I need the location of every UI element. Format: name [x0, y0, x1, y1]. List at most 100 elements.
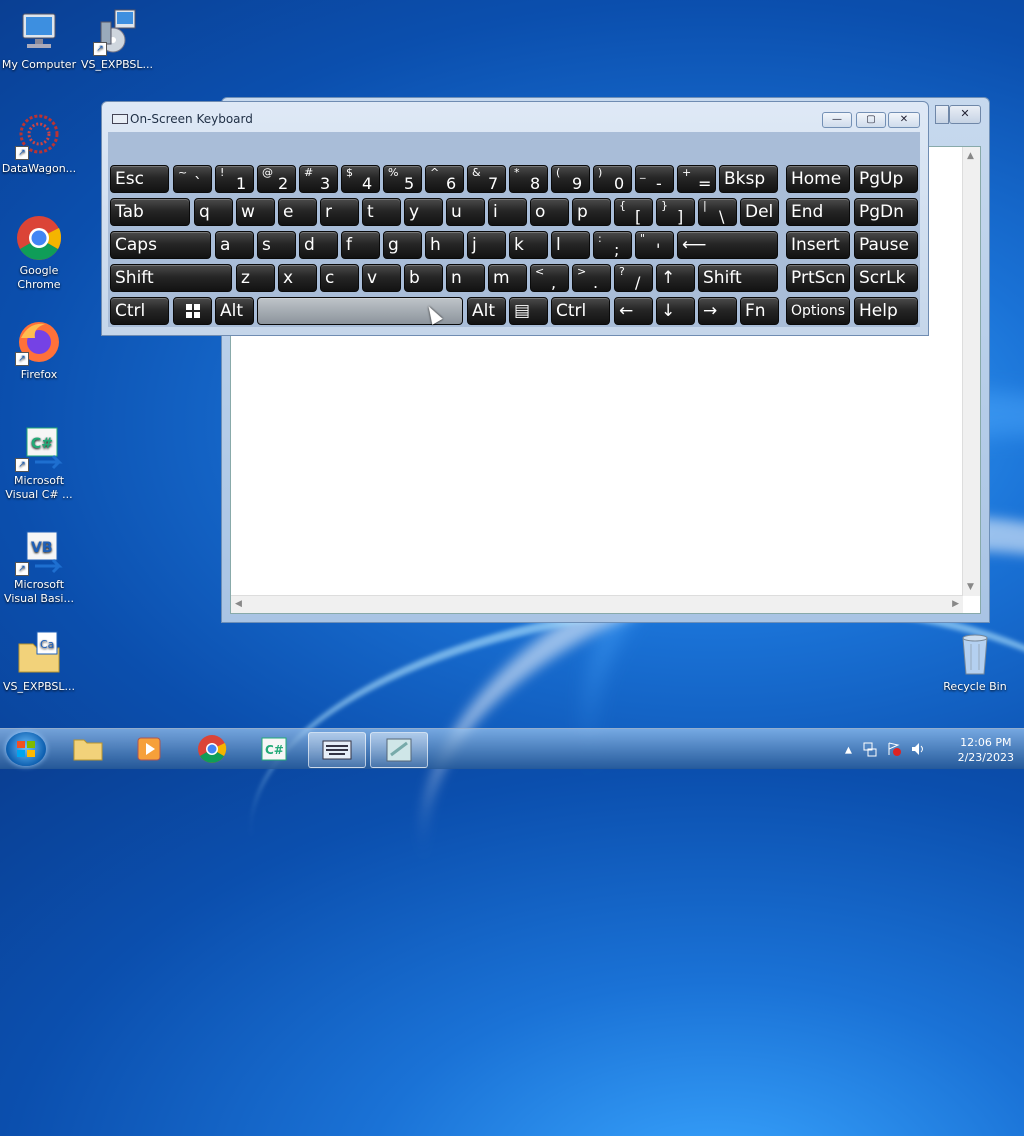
key-o[interactable]: o: [530, 198, 569, 226]
key-8[interactable]: * 8: [509, 165, 548, 193]
key-equals[interactable]: + =: [677, 165, 716, 193]
taskbar-explorer[interactable]: [60, 732, 116, 766]
key-w[interactable]: w: [236, 198, 275, 226]
key-caps-lock[interactable]: Caps: [110, 231, 211, 259]
desktop-icon-vs-expbsl-setup[interactable]: ↗ VS_EXPBSL...: [78, 8, 156, 72]
key-g[interactable]: g: [383, 231, 422, 259]
key-esc[interactable]: Esc: [110, 165, 169, 193]
key-left-bracket[interactable]: {[: [614, 198, 653, 226]
key-right-ctrl[interactable]: Ctrl: [551, 297, 610, 325]
key-a[interactable]: a: [215, 231, 254, 259]
maximize-button[interactable]: [935, 105, 949, 124]
key-0[interactable]: ) 0: [593, 165, 632, 193]
scroll-up-icon[interactable]: ▲: [967, 151, 974, 161]
action-center-icon[interactable]: [886, 741, 902, 757]
key-left-shift[interactable]: Shift: [110, 264, 232, 292]
key-5[interactable]: % 5: [383, 165, 422, 193]
key-end[interactable]: End: [786, 198, 850, 226]
desktop-icon-visual-basic[interactable]: VB ↗ Microsoft Visual Basi...: [0, 528, 78, 606]
key-y[interactable]: y: [404, 198, 443, 226]
desktop-icon-visual-csharp[interactable]: C# ↗ Microsoft Visual C# ...: [0, 424, 78, 502]
taskbar-media-player[interactable]: [122, 732, 178, 766]
key-page-up[interactable]: PgUp: [854, 165, 918, 193]
show-hidden-icons-icon[interactable]: ▲: [845, 746, 852, 756]
scroll-right-icon[interactable]: ▶: [952, 599, 959, 609]
key-minus[interactable]: _ -: [635, 165, 674, 193]
key-b[interactable]: b: [404, 264, 443, 292]
key-t[interactable]: t: [362, 198, 401, 226]
key-fn[interactable]: Fn: [740, 297, 779, 325]
key-page-down[interactable]: PgDn: [854, 198, 918, 226]
key-h[interactable]: h: [425, 231, 464, 259]
key-7[interactable]: & 7: [467, 165, 506, 193]
key-2[interactable]: @2: [257, 165, 296, 193]
key-z[interactable]: z: [236, 264, 275, 292]
key-help[interactable]: Help: [854, 297, 918, 325]
key-comma[interactable]: <,: [530, 264, 569, 292]
scroll-down-icon[interactable]: ▼: [967, 582, 974, 592]
network-icon[interactable]: [862, 741, 878, 757]
horizontal-scrollbar[interactable]: ◀ ▶: [231, 595, 963, 613]
key-left-alt[interactable]: Alt: [215, 297, 254, 325]
key-x[interactable]: x: [278, 264, 317, 292]
volume-icon[interactable]: [910, 741, 926, 757]
minimize-button[interactable]: —: [822, 112, 852, 128]
taskbar-visual-csharp[interactable]: C#: [246, 732, 302, 766]
key-insert[interactable]: Insert: [786, 231, 850, 259]
scroll-left-icon[interactable]: ◀: [235, 599, 242, 609]
key-down-arrow[interactable]: ↓: [656, 297, 695, 325]
key-v[interactable]: v: [362, 264, 401, 292]
key-u[interactable]: u: [446, 198, 485, 226]
key-3[interactable]: #3: [299, 165, 338, 193]
key-semicolon[interactable]: :;: [593, 231, 632, 259]
close-button[interactable]: ✕: [949, 105, 981, 124]
taskbar-on-screen-keyboard[interactable]: [308, 732, 366, 768]
key-4[interactable]: $4: [341, 165, 380, 193]
key-slash[interactable]: ? /: [614, 264, 653, 292]
key-6[interactable]: ^ 6: [425, 165, 464, 193]
key-delete[interactable]: Del: [740, 198, 779, 226]
key-period[interactable]: >.: [572, 264, 611, 292]
key-j[interactable]: j: [467, 231, 506, 259]
desktop-icon-vs-expbsl-folder[interactable]: Ca VS_EXPBSL...: [0, 630, 78, 694]
key-9[interactable]: (9: [551, 165, 590, 193]
key-p[interactable]: p: [572, 198, 611, 226]
key-quote[interactable]: " ': [635, 231, 674, 259]
key-e[interactable]: e: [278, 198, 317, 226]
key-print-screen[interactable]: PrtScn: [786, 264, 850, 292]
desktop-icon-my-computer[interactable]: My Computer: [0, 8, 78, 72]
key-pause[interactable]: Pause: [854, 231, 918, 259]
desktop-icon-datawagon[interactable]: ↗ DataWagon...: [0, 112, 78, 176]
key-l[interactable]: l: [551, 231, 590, 259]
key-home[interactable]: Home: [786, 165, 850, 193]
key-right-shift[interactable]: Shift: [698, 264, 778, 292]
vertical-scrollbar[interactable]: ▲ ▼: [962, 147, 980, 596]
taskbar-app-window[interactable]: [370, 732, 428, 768]
desktop-icon-google-chrome[interactable]: Google Chrome: [0, 214, 78, 292]
clock[interactable]: 12:06 PM 2/23/2023: [958, 735, 1014, 765]
key-d[interactable]: d: [299, 231, 338, 259]
desktop-icon-firefox[interactable]: ↗ Firefox: [0, 318, 78, 382]
key-m[interactable]: m: [488, 264, 527, 292]
key-up-arrow[interactable]: ↑: [656, 264, 695, 292]
key-enter[interactable]: ⟵: [677, 231, 778, 259]
key-right-alt[interactable]: Alt: [467, 297, 506, 325]
key-left-ctrl[interactable]: Ctrl: [110, 297, 169, 325]
key-n[interactable]: n: [446, 264, 485, 292]
start-button[interactable]: [6, 732, 46, 766]
title-bar[interactable]: On-Screen Keyboard — ▢ ✕: [102, 102, 928, 132]
key-q[interactable]: q: [194, 198, 233, 226]
key-r[interactable]: r: [320, 198, 359, 226]
key-backspace[interactable]: Bksp: [719, 165, 778, 193]
key-i[interactable]: i: [488, 198, 527, 226]
key-menu[interactable]: ▤: [509, 297, 548, 325]
key-k[interactable]: k: [509, 231, 548, 259]
desktop-icon-recycle-bin[interactable]: Recycle Bin: [936, 630, 1014, 694]
key-windows[interactable]: [173, 297, 212, 325]
key-left-arrow[interactable]: ←: [614, 297, 653, 325]
restore-button[interactable]: ▢: [856, 112, 886, 128]
key-scroll-lock[interactable]: ScrLk: [854, 264, 918, 292]
key-right-bracket[interactable]: }]: [656, 198, 695, 226]
key-s[interactable]: s: [257, 231, 296, 259]
key-tab[interactable]: Tab: [110, 198, 190, 226]
